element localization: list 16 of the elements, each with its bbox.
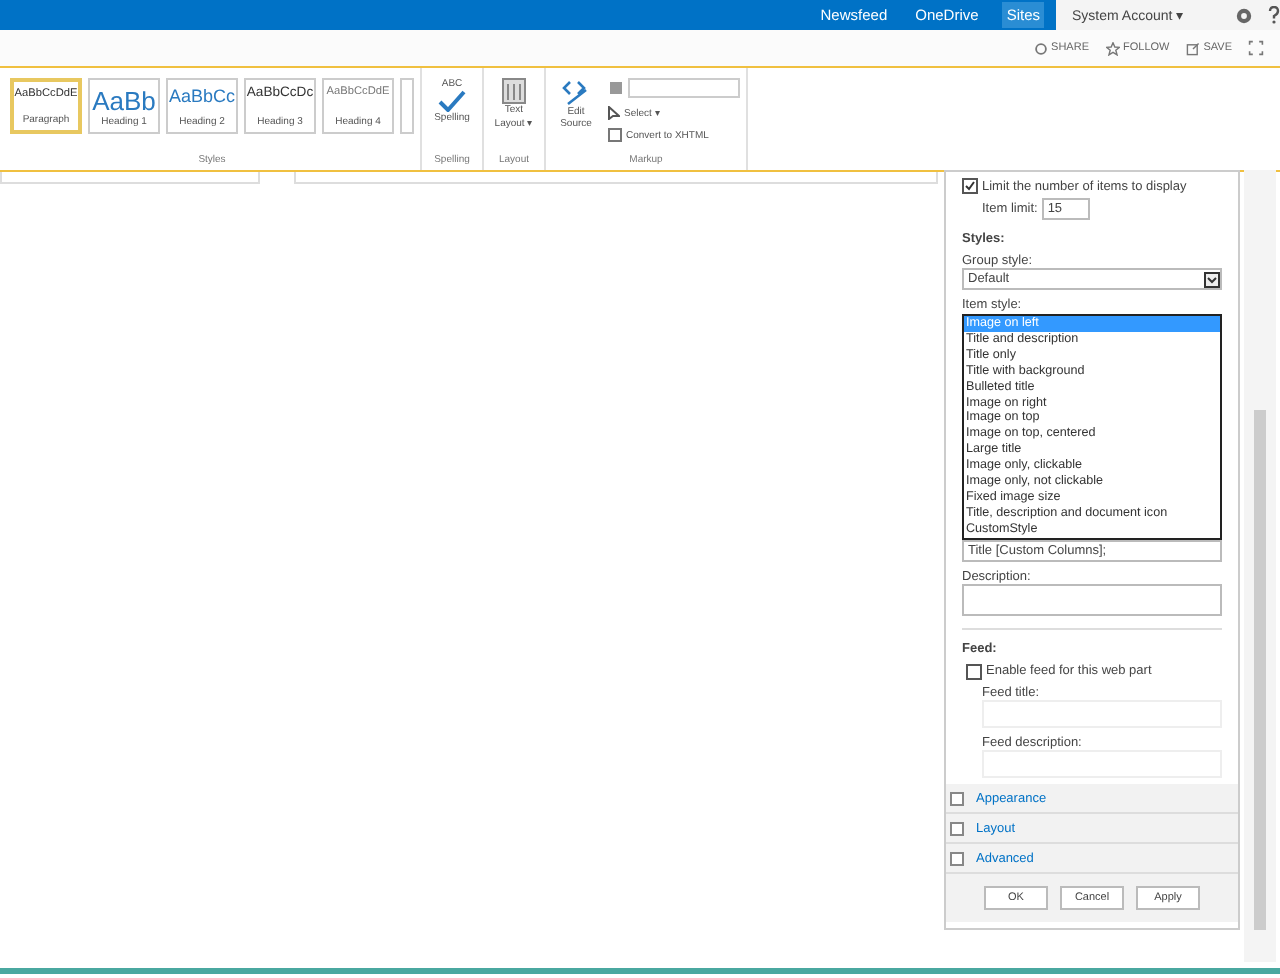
code-icon: [562, 78, 590, 106]
star-icon: [1105, 41, 1119, 55]
settings-icon[interactable]: [1236, 7, 1252, 23]
checkbox[interactable]: [962, 178, 978, 194]
cursor-icon: [608, 106, 620, 120]
input-field[interactable]: [962, 583, 1222, 616]
checkbox[interactable]: [966, 663, 982, 680]
help-icon[interactable]: [1268, 6, 1280, 24]
focus-icon[interactable]: [1248, 40, 1264, 56]
save-icon: [1185, 41, 1200, 55]
check-icon: [438, 90, 466, 112]
scrollbar[interactable]: [1244, 170, 1276, 962]
caret-icon[interactable]: [1204, 271, 1220, 287]
dropdown-field[interactable]: [628, 78, 740, 98]
share-icon: [1033, 41, 1048, 55]
layout-icon: [502, 78, 526, 104]
